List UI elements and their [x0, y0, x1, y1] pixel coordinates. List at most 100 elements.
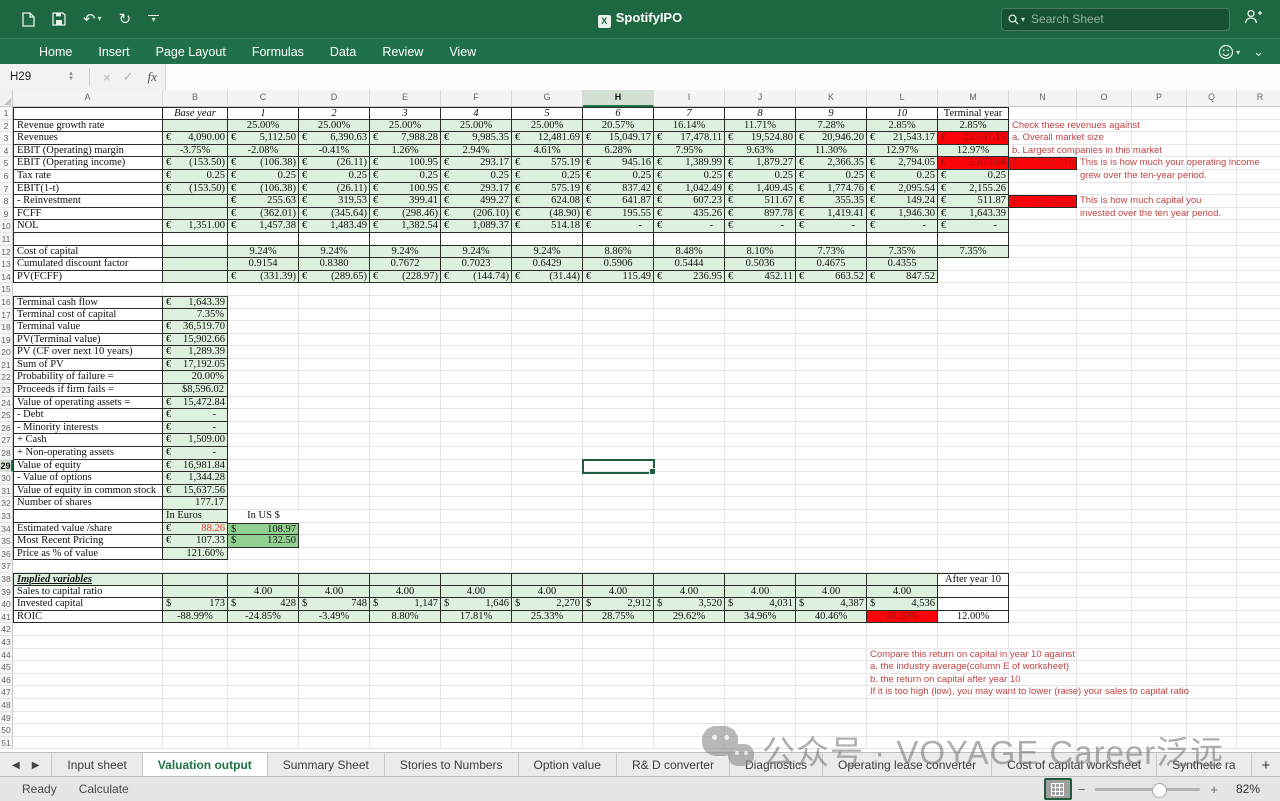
cell-J24[interactable] [725, 397, 796, 410]
row-header-1[interactable]: 1 [0, 107, 13, 120]
cell-E43[interactable] [370, 636, 441, 649]
cell-I15[interactable] [654, 283, 725, 296]
cell-O28[interactable] [1077, 447, 1132, 460]
row-header-51[interactable]: 51 [0, 737, 13, 750]
cell-K51[interactable] [796, 737, 867, 750]
cell-L27[interactable] [867, 434, 938, 447]
cell-Q31[interactable] [1187, 485, 1237, 498]
cell-D43[interactable] [299, 636, 370, 649]
cell-O29[interactable] [1077, 460, 1132, 473]
cell-E44[interactable] [370, 649, 441, 662]
cell-R43[interactable] [1237, 636, 1280, 649]
row-header-32[interactable]: 32 [0, 497, 13, 510]
cell-L32[interactable] [867, 497, 938, 510]
cell-F22[interactable] [441, 371, 512, 384]
cell-H14[interactable]: €115.49 [583, 271, 654, 284]
cell-L16[interactable] [867, 296, 938, 309]
cell-D18[interactable] [299, 321, 370, 334]
cell-O5[interactable]: This is is how much your operating incom… [1077, 157, 1132, 170]
cell-A49[interactable] [13, 712, 163, 725]
cell-H7[interactable]: €837.42 [583, 183, 654, 196]
col-header-R[interactable]: R [1237, 90, 1280, 107]
cell-R4[interactable] [1237, 145, 1280, 158]
cell-D17[interactable] [299, 309, 370, 322]
cell-I35[interactable] [654, 535, 725, 548]
cell-N36[interactable] [1009, 548, 1077, 561]
cell-H22[interactable] [583, 371, 654, 384]
cell-C13[interactable]: 0.9154 [228, 258, 299, 271]
cell-I27[interactable] [654, 434, 725, 447]
cell-I42[interactable] [654, 623, 725, 636]
cell-G4[interactable]: 4.61% [512, 145, 583, 158]
cell-D38[interactable] [299, 573, 370, 586]
cell-H5[interactable]: €945.16 [583, 157, 654, 170]
cell-G30[interactable] [512, 472, 583, 485]
cell-E39[interactable]: 4.00 [370, 586, 441, 599]
cell-F44[interactable] [441, 649, 512, 662]
cell-H50[interactable] [583, 724, 654, 737]
cell-I22[interactable] [654, 371, 725, 384]
cell-O22[interactable] [1077, 371, 1132, 384]
cell-E29[interactable] [370, 460, 441, 473]
cell-F7[interactable]: €293.17 [441, 183, 512, 196]
cell-N26[interactable] [1009, 422, 1077, 435]
cell-Q1[interactable] [1187, 107, 1237, 120]
cell-A25[interactable]: - Debt [13, 409, 163, 422]
cell-B44[interactable] [163, 649, 228, 662]
cell-L6[interactable]: €0.25 [867, 170, 938, 183]
cell-K29[interactable] [796, 460, 867, 473]
row-header-14[interactable]: 14 [0, 271, 13, 284]
cell-B13[interactable] [163, 258, 228, 271]
cell-L46[interactable]: b. the return on capital after year 10 [867, 674, 938, 687]
cell-P2[interactable] [1132, 120, 1187, 133]
cell-N29[interactable] [1009, 460, 1077, 473]
cell-F32[interactable] [441, 497, 512, 510]
cell-F12[interactable]: 9.24% [441, 246, 512, 259]
cell-N19[interactable] [1009, 334, 1077, 347]
cell-C14[interactable]: €(331.39) [228, 271, 299, 284]
new-document-icon[interactable] [22, 12, 35, 27]
cell-B24[interactable]: €15,472.84 [163, 397, 228, 410]
save-icon[interactable] [52, 12, 66, 26]
cell-M27[interactable] [938, 434, 1009, 447]
cell-E27[interactable] [370, 434, 441, 447]
cell-C29[interactable] [228, 460, 299, 473]
cell-J6[interactable]: €0.25 [725, 170, 796, 183]
cell-N37[interactable] [1009, 560, 1077, 573]
cell-F10[interactable]: €1,089.37 [441, 220, 512, 233]
cell-A11[interactable] [13, 233, 163, 246]
cell-R29[interactable] [1237, 460, 1280, 473]
cell-J20[interactable] [725, 346, 796, 359]
cell-F50[interactable] [441, 724, 512, 737]
cell-G27[interactable] [512, 434, 583, 447]
cell-B49[interactable] [163, 712, 228, 725]
cell-K25[interactable] [796, 409, 867, 422]
cell-F48[interactable] [441, 699, 512, 712]
cell-J2[interactable]: 11.71% [725, 120, 796, 133]
cell-H25[interactable] [583, 409, 654, 422]
cell-O48[interactable] [1077, 699, 1132, 712]
cell-B15[interactable] [163, 283, 228, 296]
cell-I18[interactable] [654, 321, 725, 334]
col-header-H[interactable]: H [583, 90, 654, 107]
cell-D19[interactable] [299, 334, 370, 347]
cell-K32[interactable] [796, 497, 867, 510]
cell-G12[interactable]: 9.24% [512, 246, 583, 259]
cell-C26[interactable] [228, 422, 299, 435]
cell-B21[interactable]: €17,192.05 [163, 359, 228, 372]
cell-O42[interactable] [1077, 623, 1132, 636]
cell-M11[interactable] [938, 233, 1009, 246]
cell-O50[interactable] [1077, 724, 1132, 737]
cell-G2[interactable]: 25.00% [512, 120, 583, 133]
cell-J36[interactable] [725, 548, 796, 561]
cell-H43[interactable] [583, 636, 654, 649]
cell-A12[interactable]: Cost of capital [13, 246, 163, 259]
cell-D16[interactable] [299, 296, 370, 309]
cell-B37[interactable] [163, 560, 228, 573]
cell-O33[interactable] [1077, 510, 1132, 523]
menu-tab-review[interactable]: Review [369, 39, 436, 65]
cell-N31[interactable] [1009, 485, 1077, 498]
cell-E12[interactable]: 9.24% [370, 246, 441, 259]
cell-B33[interactable]: In Euros [163, 510, 228, 523]
cell-I29[interactable] [654, 460, 725, 473]
